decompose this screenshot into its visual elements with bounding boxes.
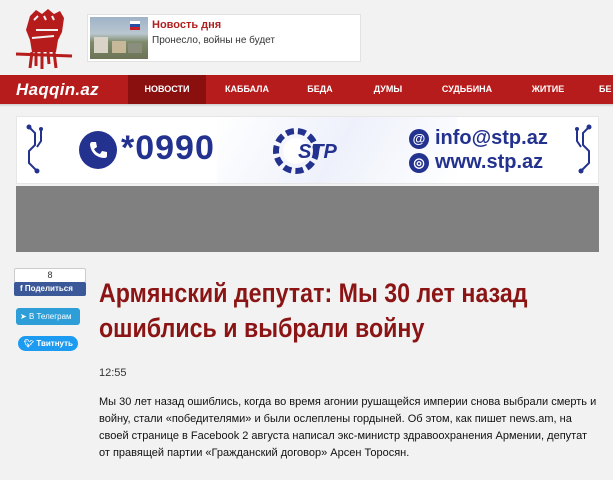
article-title: Армянский депутат: Мы 30 лет назад ошибл…: [99, 278, 528, 343]
facebook-icon: f: [20, 284, 23, 293]
nav-item-be[interactable]: БЕ: [599, 75, 613, 104]
facebook-share-button[interactable]: f Поделиться: [14, 282, 86, 296]
article-lead: Мы 30 лет назад ошиблись, когда во время…: [99, 396, 597, 459]
news-of-day-title[interactable]: Новость дня: [152, 19, 221, 31]
ad-placeholder: [16, 186, 599, 252]
site-brand[interactable]: Haqqin.az: [16, 80, 99, 100]
banner-phone-number: *0990: [121, 129, 215, 167]
telegram-icon: ➤: [20, 312, 27, 321]
globe-icon: ◎: [409, 153, 429, 173]
circuit-decoration-icon: [575, 124, 592, 174]
news-of-day-card[interactable]: Новость дня Пронесло, войны не будет: [87, 14, 361, 62]
article-time: 12:55: [99, 367, 127, 379]
main-navbar: Haqqin.az НОВОСТИ КАББАЛА БЕДА ДУМЫ СУДЬ…: [0, 75, 613, 104]
nav-item-sudbina[interactable]: СУДЬБИНА: [432, 75, 502, 104]
nav-item-zhitie[interactable]: ЖИТИЕ: [518, 75, 578, 104]
nav-item-beda[interactable]: БЕДА: [290, 75, 350, 104]
nav-item-dumy[interactable]: ДУМЫ: [358, 75, 418, 104]
phone-icon: [79, 131, 117, 169]
facebook-share-count: 8: [14, 268, 86, 283]
nav-item-kabbala[interactable]: КАББАЛА: [214, 75, 280, 104]
nav-item-news[interactable]: НОВОСТИ: [128, 75, 206, 104]
site-header: Новость дня Пронесло, войны не будет: [0, 0, 613, 75]
news-of-day-headline[interactable]: Пронесло, войны не будет: [152, 35, 275, 46]
stp-ad-banner[interactable]: *0990 STP @ info@stp.az ◎ www.stp.az: [16, 116, 599, 184]
twitter-share-button[interactable]: 🐦︎ Твитнуть: [18, 336, 78, 351]
email-icon: @: [409, 129, 429, 149]
stp-logo-text: STP: [298, 141, 337, 163]
nav-shadow: [0, 104, 613, 107]
banner-website: www.stp.az: [435, 151, 544, 173]
flag-icon: [130, 21, 140, 30]
telegram-share-label: В Телеграм: [28, 312, 72, 321]
facebook-share-label: Поделиться: [24, 284, 73, 293]
twitter-icon: 🐦︎: [24, 339, 35, 348]
circuit-decoration-icon: [26, 124, 43, 174]
twitter-share-label: Твитнуть: [36, 339, 73, 348]
telegram-share-button[interactable]: ➤ В Телеграм: [16, 308, 80, 325]
fist-logo-icon[interactable]: [14, 6, 74, 70]
banner-email: info@stp.az: [435, 127, 548, 149]
news-thumbnail[interactable]: [90, 17, 148, 59]
